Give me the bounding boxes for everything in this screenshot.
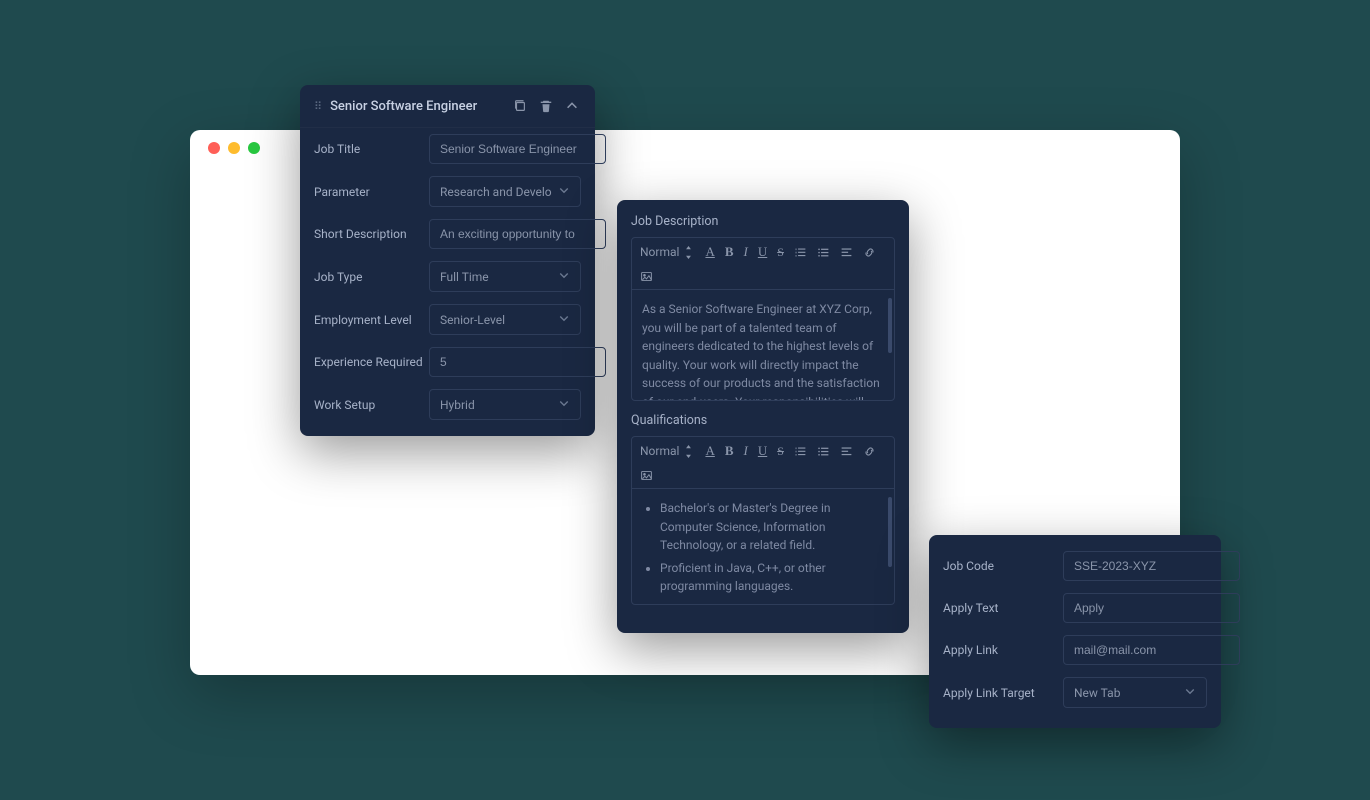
chevron-down-icon [558, 397, 570, 412]
list-item: Bachelor's or Master's Degree in Compute… [660, 499, 884, 555]
qualifications-list: Bachelor's or Master's Degree in Compute… [642, 499, 884, 604]
parameter-row: Parameter Research and Develo [300, 170, 595, 213]
job-desc-label: Job Description [631, 214, 895, 229]
strike-icon[interactable]: S [777, 444, 784, 459]
qualifications-body[interactable]: Bachelor's or Master's Degree in Compute… [632, 489, 894, 604]
parameter-value: Research and Develo [440, 185, 552, 199]
panel-header: ⠿ Senior Software Engineer [300, 85, 595, 128]
job-desc-text: As a Senior Software Engineer at XYZ Cor… [642, 302, 880, 400]
window-close-icon[interactable] [208, 142, 220, 154]
format-dropdown[interactable]: Normal [640, 245, 695, 259]
short-desc-input[interactable] [429, 219, 606, 249]
experience-row: Experience Required [300, 341, 595, 383]
unordered-list-icon[interactable] [817, 246, 830, 259]
emp-level-row: Employment Level Senior-Level [300, 298, 595, 341]
job-code-input[interactable] [1063, 551, 1240, 581]
job-desc-editor: Normal A B I U S As a Senior Software En… [631, 237, 895, 401]
apply-text-input[interactable] [1063, 593, 1240, 623]
apply-text-row: Apply Text [943, 587, 1207, 629]
apply-link-input[interactable] [1063, 635, 1240, 665]
job-type-select[interactable]: Full Time [429, 261, 581, 292]
bold-icon[interactable]: B [725, 244, 734, 260]
list-item: Strong understanding of software develop… [660, 600, 884, 604]
align-icon[interactable] [840, 246, 853, 259]
job-type-label: Job Type [314, 270, 429, 284]
qualifications-editor: Normal A B I U S Bachelor's or Master's … [631, 436, 895, 605]
chevron-down-icon [1184, 685, 1196, 700]
format-dropdown[interactable]: Normal [640, 444, 695, 458]
description-panel: Job Description Normal A B I U S As a Se… [617, 200, 909, 633]
apply-config-panel: Job Code Apply Text Apply Link Apply Lin… [929, 535, 1221, 728]
image-icon[interactable] [640, 270, 653, 283]
job-config-panel: ⠿ Senior Software Engineer Job Title Par… [300, 85, 595, 436]
bold-icon[interactable]: B [725, 443, 734, 459]
chevron-down-icon [558, 269, 570, 284]
short-desc-label: Short Description [314, 227, 429, 241]
apply-target-select[interactable]: New Tab [1063, 677, 1207, 708]
ordered-list-icon[interactable] [794, 445, 807, 458]
qual-toolbar: Normal A B I U S [632, 437, 894, 489]
collapse-icon[interactable] [563, 97, 581, 115]
job-desc-body[interactable]: As a Senior Software Engineer at XYZ Cor… [632, 290, 894, 400]
chevron-down-icon [558, 312, 570, 327]
apply-target-label: Apply Link Target [943, 686, 1063, 700]
job-code-row: Job Code [943, 545, 1207, 587]
parameter-label: Parameter [314, 185, 429, 199]
experience-input[interactable] [429, 347, 606, 377]
work-setup-value: Hybrid [440, 398, 475, 412]
list-item: Proficient in Java, C++, or other progra… [660, 559, 884, 596]
scrollbar[interactable] [888, 497, 892, 567]
apply-target-row: Apply Link Target New Tab [943, 671, 1207, 714]
emp-level-label: Employment Level [314, 313, 429, 327]
text-color-icon[interactable]: A [705, 443, 714, 459]
duplicate-icon[interactable] [511, 97, 529, 115]
emp-level-select[interactable]: Senior-Level [429, 304, 581, 335]
job-type-row: Job Type Full Time [300, 255, 595, 298]
job-desc-toolbar: Normal A B I U S [632, 238, 894, 290]
emp-level-value: Senior-Level [440, 313, 505, 327]
apply-link-label: Apply Link [943, 643, 1063, 657]
text-color-icon[interactable]: A [705, 244, 714, 260]
unordered-list-icon[interactable] [817, 445, 830, 458]
italic-icon[interactable]: I [744, 443, 748, 459]
work-setup-row: Work Setup Hybrid [300, 383, 595, 426]
apply-link-row: Apply Link [943, 629, 1207, 671]
job-type-value: Full Time [440, 270, 489, 284]
strike-icon[interactable]: S [777, 245, 784, 260]
link-icon[interactable] [863, 445, 876, 458]
scrollbar[interactable] [888, 298, 892, 353]
italic-icon[interactable]: I [744, 244, 748, 260]
link-icon[interactable] [863, 246, 876, 259]
job-title-input[interactable] [429, 134, 606, 164]
experience-label: Experience Required [314, 355, 429, 369]
job-title-row: Job Title [300, 128, 595, 170]
image-icon[interactable] [640, 469, 653, 482]
delete-icon[interactable] [537, 97, 555, 115]
apply-text-label: Apply Text [943, 601, 1063, 615]
underline-icon[interactable]: U [758, 443, 767, 459]
drag-handle-icon[interactable]: ⠿ [314, 100, 322, 113]
job-code-label: Job Code [943, 559, 1063, 573]
align-icon[interactable] [840, 445, 853, 458]
panel-title: Senior Software Engineer [330, 99, 503, 114]
window-minimize-icon[interactable] [228, 142, 240, 154]
underline-icon[interactable]: U [758, 244, 767, 260]
work-setup-label: Work Setup [314, 398, 429, 412]
chevron-down-icon [558, 184, 570, 199]
apply-target-value: New Tab [1074, 686, 1120, 700]
window-maximize-icon[interactable] [248, 142, 260, 154]
work-setup-select[interactable]: Hybrid [429, 389, 581, 420]
job-title-label: Job Title [314, 142, 429, 156]
parameter-select[interactable]: Research and Develo [429, 176, 581, 207]
ordered-list-icon[interactable] [794, 246, 807, 259]
qualifications-label: Qualifications [631, 413, 895, 428]
short-desc-row: Short Description [300, 213, 595, 255]
